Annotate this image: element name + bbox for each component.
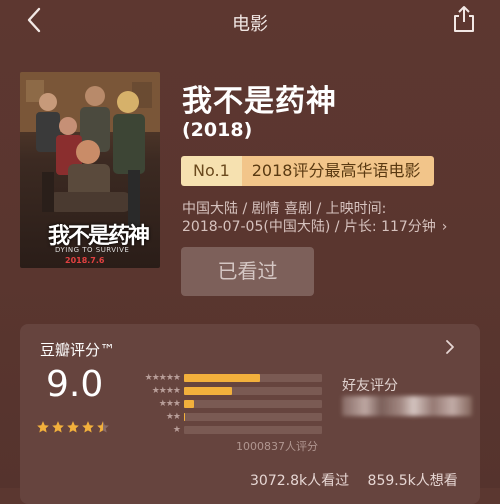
distribution-star-label: ★★★★ xyxy=(151,386,181,396)
share-button[interactable] xyxy=(450,4,478,34)
douban-rating-label: 豆瓣评分™ xyxy=(40,341,116,359)
distribution-star-label: ★★★★★ xyxy=(144,373,181,383)
friends-rating-label: 好友评分 xyxy=(342,378,398,394)
want-count: 859.5k人想看 xyxy=(367,473,458,489)
star-icon xyxy=(67,421,79,433)
rank-badge[interactable]: No.1 2018评分最高华语电影 xyxy=(181,156,435,186)
distribution-bar-track xyxy=(184,426,322,434)
movie-poster[interactable]: 我不是药神 DYING TO SURVIVE 2018.7.6 xyxy=(20,72,160,268)
distribution-bar-fill xyxy=(184,413,186,421)
watch-stats: 3072.8k人看过 859.5k人想看 xyxy=(250,470,472,490)
share-icon xyxy=(454,6,474,32)
distribution-bar-fill xyxy=(184,387,233,395)
distribution-bar-fill xyxy=(184,400,194,408)
star-icon xyxy=(37,421,49,433)
star-icon xyxy=(97,421,109,433)
watched-count: 3072.8k人看过 xyxy=(250,473,350,489)
rank-description: 2018评分最高华语电影 xyxy=(241,156,435,186)
vote-count: 1000837人评分 xyxy=(236,440,318,453)
info-line-1: 中国大陆 / 剧情 喜剧 / 上映时间: xyxy=(182,201,387,217)
distribution-star-label: ★★ xyxy=(165,412,181,422)
star-icon xyxy=(52,421,64,433)
watched-button[interactable]: 已看过 xyxy=(181,247,314,296)
rank-number: No.1 xyxy=(181,156,242,186)
chevron-right-icon[interactable] xyxy=(442,338,458,356)
friends-rating-blurred-avatars xyxy=(342,396,472,416)
page-title: 电影 xyxy=(232,14,268,35)
rating-stars xyxy=(36,419,111,438)
distribution-bar-track xyxy=(184,387,322,395)
distribution-bar-fill xyxy=(184,374,260,382)
rating-card[interactable]: 豆瓣评分™ 9.0 ★★★★★ ★★★★ ★★★ ★★ ★ 1000837人评分 好友评… xyxy=(20,324,480,504)
top-navigation-bar: 电影 xyxy=(0,0,500,42)
poster-date-text: 2018.7.6 xyxy=(65,256,105,265)
distribution-bar-track xyxy=(184,413,322,421)
info-line-2: 2018-07-05(中国大陆) / 片长: 117分钟 xyxy=(182,219,436,235)
distribution-star-label: ★★★ xyxy=(158,399,181,409)
poster-subtitle-text: DYING TO SURVIVE xyxy=(55,246,130,254)
movie-title: 我不是药神 xyxy=(182,84,337,119)
distribution-bar-track xyxy=(184,374,322,382)
chevron-right-icon: › xyxy=(441,219,448,235)
star-icon xyxy=(82,421,94,433)
rating-score: 9.0 xyxy=(46,364,104,405)
movie-year: (2018) xyxy=(182,119,253,141)
info-line-2-row: 2018-07-05(中国大陆) / 片长: 117分钟 › xyxy=(182,218,447,236)
movie-info[interactable]: 中国大陆 / 剧情 喜剧 / 上映时间: 2018-07-05(中国大陆) / … xyxy=(182,200,447,236)
distribution-star-label: ★ xyxy=(172,425,181,435)
distribution-bar-track xyxy=(184,400,322,408)
